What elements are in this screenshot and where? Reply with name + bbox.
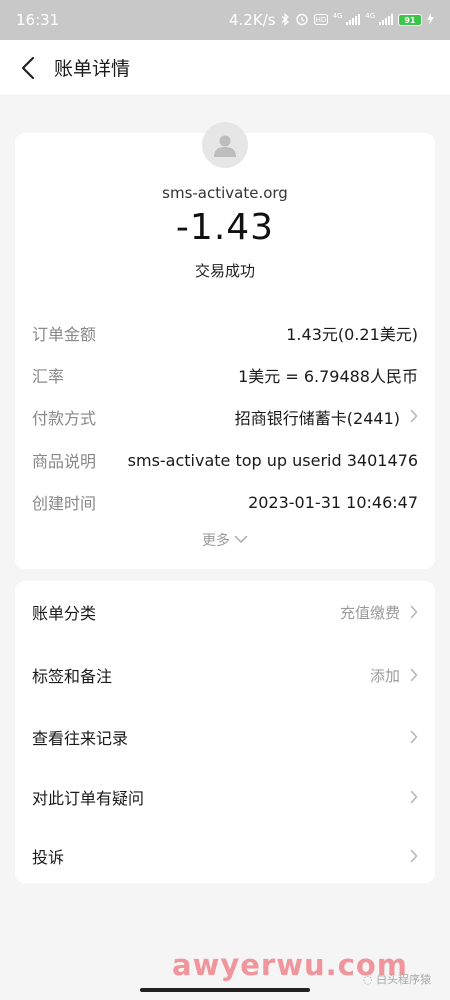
detail-value: 1.43元(0.21美元) — [286, 325, 418, 344]
detail-row-payment-method[interactable]: 付款方式 招商银行储蓄卡(2441) — [32, 402, 418, 432]
payment-method-link[interactable]: 招商银行储蓄卡(2441) — [235, 405, 418, 429]
battery-icon: 91 — [398, 14, 422, 26]
chevron-right-icon — [410, 730, 418, 744]
detail-value: 1美元 = 6.79488人民币 — [238, 367, 418, 386]
more-button[interactable]: 更多 — [0, 530, 450, 550]
chevron-right-icon — [410, 605, 418, 619]
menu-item-label: 账单分类 — [32, 604, 97, 623]
charging-icon — [427, 13, 434, 27]
back-arrow-icon[interactable] — [4, 40, 52, 96]
hd-icon: HD — [313, 13, 328, 27]
chevron-right-icon — [410, 849, 418, 863]
nav-bar: 账单详情 — [0, 40, 450, 96]
signal-2-icon: 4G — [365, 13, 393, 27]
status-bar: 16:31 4.2K/s HD 4G 4G 91 — [0, 0, 450, 40]
svg-text:HD: HD — [315, 16, 326, 24]
detail-value: sms-activate top up userid 3401476 — [127, 450, 418, 470]
menu-item-bill-category[interactable]: 账单分类 充值缴费 — [32, 592, 418, 632]
menu-item-right: 添加 — [370, 665, 418, 686]
detail-label: 付款方式 — [32, 409, 97, 428]
more-label: 更多 — [202, 533, 230, 549]
bluetooth-icon — [281, 12, 290, 28]
detail-row-exchange-rate: 汇率 1美元 = 6.79488人民币 — [32, 360, 418, 390]
merchant-name: sms-activate.org — [162, 184, 288, 202]
detail-value: 招商银行储蓄卡(2441) — [234, 409, 400, 428]
detail-label: 创建时间 — [32, 494, 97, 513]
network-type-1: 4G — [332, 12, 343, 20]
menu-item-label: 标签和备注 — [32, 667, 113, 686]
transaction-amount: -1.43 — [175, 207, 275, 248]
menu-item-right: 充值缴费 — [340, 602, 418, 623]
chevron-right-icon — [410, 668, 418, 682]
battery-level: 91 — [404, 15, 416, 25]
page-title: 账单详情 — [54, 58, 131, 80]
chevron-down-icon — [234, 532, 248, 548]
detail-value: 2023-01-31 10:46:47 — [248, 492, 418, 512]
menu-item-order-question[interactable]: 对此订单有疑问 — [32, 777, 418, 817]
network-speed: 4.2K/s — [229, 11, 276, 29]
menu-item-label: 投诉 — [32, 848, 65, 867]
menu-item-right — [410, 790, 418, 804]
account-watermark-text: 白头程序猿 — [376, 973, 432, 986]
menu-item-view-history[interactable]: 查看往来记录 — [32, 717, 418, 757]
detail-row-created-time: 创建时间 2023-01-31 10:46:47 — [32, 487, 418, 517]
status-icons: 4.2K/s HD 4G 4G 91 — [229, 11, 434, 29]
wechat-icon: ◌ — [363, 973, 377, 986]
account-watermark: ◌ 白头程序猿 — [363, 971, 431, 987]
detail-label: 商品说明 — [32, 452, 97, 471]
detail-row-order-amount: 订单金额 1.43元(0.21美元) — [32, 318, 418, 348]
menu-item-label: 查看往来记录 — [32, 729, 129, 748]
transaction-status: 交易成功 — [194, 262, 255, 280]
detail-row-product-description: 商品说明 sms-activate top up userid 3401476 — [32, 445, 418, 475]
detail-label: 订单金额 — [32, 325, 97, 344]
menu-item-label: 对此订单有疑问 — [32, 789, 145, 808]
home-indicator[interactable] — [140, 988, 310, 992]
menu-item-right — [410, 730, 418, 744]
alarm-icon — [295, 12, 309, 28]
signal-1-icon: 4G — [333, 13, 361, 27]
menu-item-right — [410, 849, 418, 863]
menu-item-value: 充值缴费 — [339, 603, 400, 622]
menu-item-complaint[interactable]: 投诉 — [32, 836, 418, 876]
detail-label: 汇率 — [32, 367, 65, 386]
network-type-2: 4G — [365, 12, 376, 20]
chevron-right-icon — [410, 790, 418, 804]
menu-item-tags-notes[interactable]: 标签和备注 添加 — [32, 655, 418, 695]
merchant-avatar-icon — [202, 122, 248, 168]
menu-item-value: 添加 — [369, 666, 400, 685]
chevron-right-icon — [410, 408, 418, 427]
status-time: 16:31 — [16, 11, 60, 29]
